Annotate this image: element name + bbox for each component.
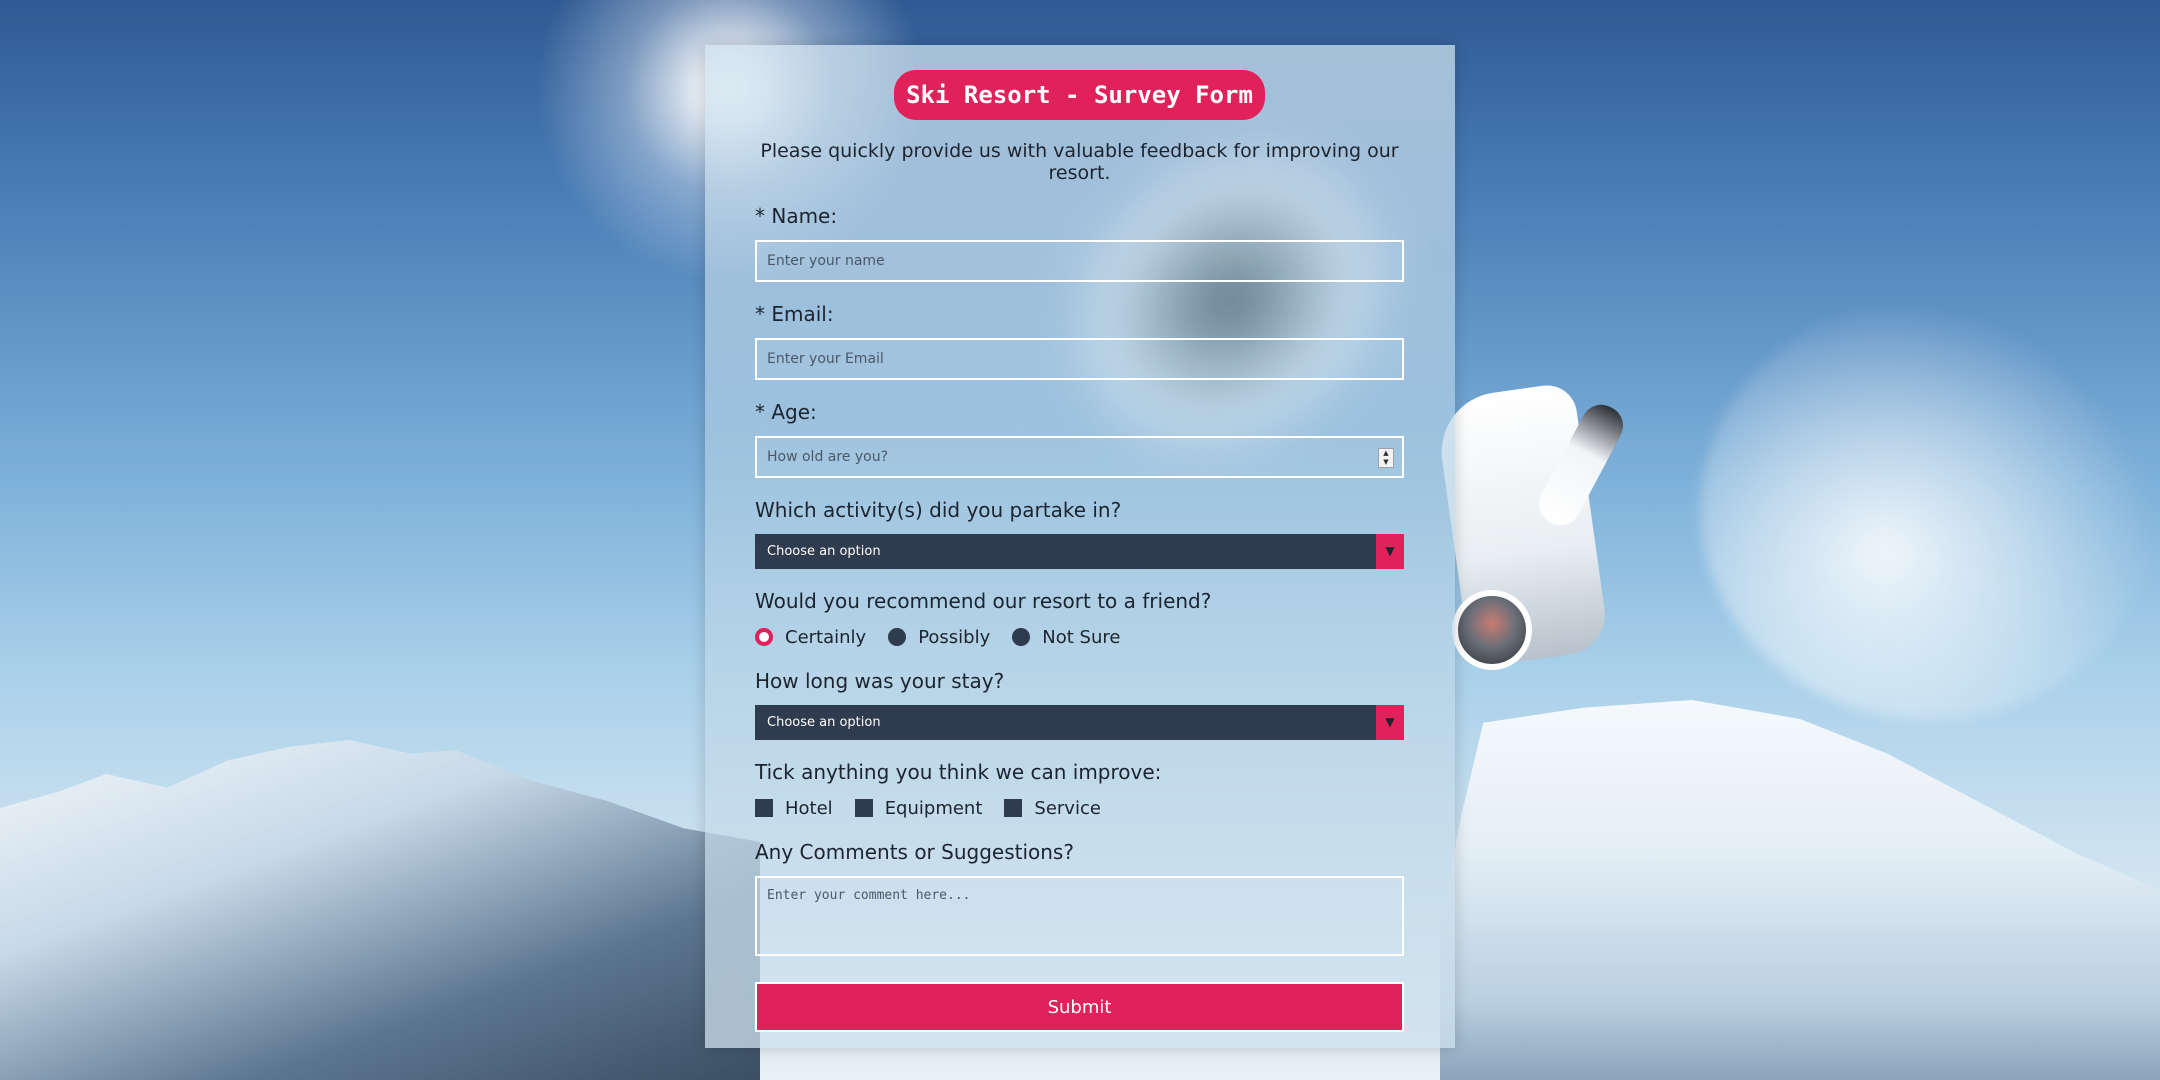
comments-textarea[interactable] <box>755 876 1404 956</box>
snow-spray <box>1700 300 2160 720</box>
improve-label: Tick anything you think we can improve: <box>755 760 1162 784</box>
survey-form: Ski Resort - Survey Form Please quickly … <box>755 70 1404 1032</box>
stay-label: How long was your stay? <box>755 669 1005 693</box>
activity-select-value: Choose an option <box>767 544 881 559</box>
snow-cliff <box>1440 700 2160 1080</box>
recommend-option-not-sure[interactable]: Not Sure <box>1012 627 1120 648</box>
radio-icon[interactable] <box>1012 628 1031 646</box>
submit-button[interactable]: Submit <box>755 982 1404 1032</box>
recommend-label: Would you recommend our resort to a frie… <box>755 589 1212 613</box>
stay-select[interactable]: Choose an option ▼ <box>755 705 1404 740</box>
name-input[interactable] <box>755 240 1404 282</box>
chevron-down-icon[interactable]: ▼ <box>1376 705 1404 740</box>
mountain-peak <box>0 740 760 1080</box>
improve-option-equipment[interactable]: Equipment <box>854 797 983 819</box>
email-input[interactable] <box>755 338 1404 380</box>
comments-label: Any Comments or Suggestions? <box>755 840 1074 864</box>
checkbox-icon[interactable] <box>1004 799 1023 817</box>
checkbox-icon[interactable] <box>854 799 873 817</box>
improve-option-label: Hotel <box>785 797 833 819</box>
recommend-option-label: Not Sure <box>1042 626 1121 648</box>
improve-option-label: Service <box>1034 797 1101 819</box>
improve-option-service[interactable]: Service <box>1004 798 1101 819</box>
email-label: * Email: <box>755 302 834 326</box>
recommend-option-possibly[interactable]: Possibly <box>888 627 990 648</box>
improve-option-label: Equipment <box>884 797 983 819</box>
snowboarder-helmet <box>1452 590 1532 670</box>
activity-select[interactable]: Choose an option ▼ <box>755 534 1404 569</box>
recommend-option-label: Certainly <box>785 626 867 648</box>
recommend-options: Certainly Possibly Not Sure <box>755 625 1404 649</box>
age-spinner-icon[interactable]: ▲ ▼ <box>1378 448 1394 468</box>
recommend-option-certainly[interactable]: Certainly <box>755 627 866 648</box>
checkbox-icon[interactable] <box>755 799 773 817</box>
improve-option-hotel[interactable]: Hotel <box>755 798 833 819</box>
stay-select-value: Choose an option <box>767 715 881 730</box>
form-title: Ski Resort - Survey Form <box>894 70 1265 120</box>
name-label: * Name: <box>755 204 838 228</box>
radio-checked-icon[interactable] <box>755 628 773 646</box>
form-subtitle: Please quickly provide us with valuable … <box>760 140 1399 184</box>
activity-label: Which activity(s) did you partake in? <box>755 498 1122 522</box>
chevron-down-icon[interactable]: ▼ <box>1376 534 1404 569</box>
recommend-option-label: Possibly <box>918 626 991 648</box>
age-label: * Age: <box>755 400 817 424</box>
age-input[interactable] <box>755 436 1404 478</box>
radio-icon[interactable] <box>888 628 907 646</box>
improve-options: Hotel Equipment Service <box>755 796 1404 820</box>
